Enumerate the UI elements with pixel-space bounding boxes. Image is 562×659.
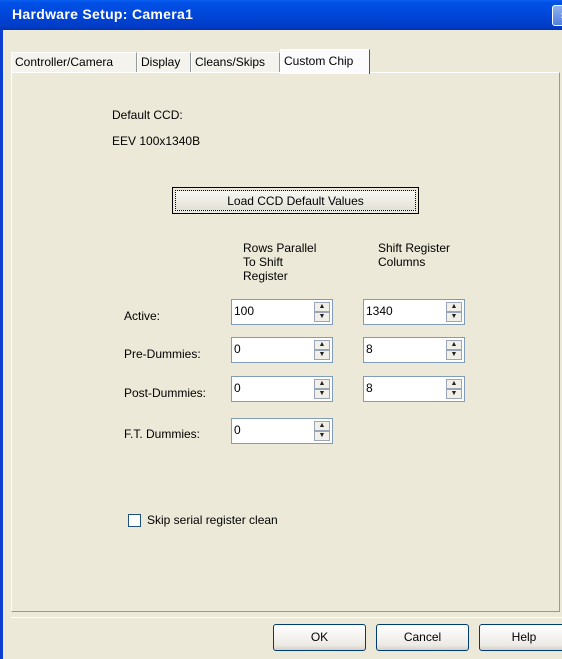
spin-down-icon[interactable]: ▼ <box>446 389 462 399</box>
button-bar-divider <box>11 617 562 618</box>
tab-display[interactable]: Display <box>137 52 191 72</box>
tab-cleans-skips[interactable]: Cleans/Skips <box>191 52 280 72</box>
title-bar[interactable]: Hardware Setup: Camera1 › <box>0 0 562 30</box>
pre-dummies-rows-spinbox: ▲ ▼ <box>231 337 333 363</box>
spin-up-icon[interactable]: ▲ <box>314 421 330 431</box>
spin-down-icon[interactable]: ▼ <box>446 350 462 360</box>
spin-up-icon[interactable]: ▲ <box>314 302 330 312</box>
pre-dummies-rows-input[interactable] <box>234 340 310 358</box>
post-dummies-label: Post-Dummies: <box>124 386 207 400</box>
default-ccd-label: Default CCD: <box>112 108 183 122</box>
spin-up-icon[interactable]: ▲ <box>446 340 462 350</box>
active-cols-input[interactable] <box>366 302 442 320</box>
ft-dummies-rows-input[interactable] <box>234 421 310 439</box>
shift-register-columns-header: Shift Register Columns <box>378 241 450 269</box>
post-dummies-rows-spinner: ▲ ▼ <box>314 379 330 399</box>
load-ccd-defaults-button[interactable]: Load CCD Default Values <box>172 187 419 214</box>
rows-parallel-header: Rows Parallel To Shift Register <box>243 241 316 283</box>
active-cols-spinner: ▲ ▼ <box>446 302 462 322</box>
active-rows-spinner: ▲ ▼ <box>314 302 330 322</box>
tab-custom-chip[interactable]: Custom Chip <box>280 49 370 74</box>
rows-header-line-1: Rows Parallel <box>243 241 317 255</box>
spin-down-icon[interactable]: ▼ <box>314 350 330 360</box>
post-dummies-cols-spinner: ▲ ▼ <box>446 379 462 399</box>
post-dummies-cols-spinbox: ▲ ▼ <box>363 376 465 402</box>
cancel-button[interactable]: Cancel <box>376 624 469 651</box>
post-dummies-rows-spinbox: ▲ ▼ <box>231 376 333 402</box>
title-bar-button[interactable]: › <box>552 5 562 26</box>
active-label: Active: <box>124 309 161 323</box>
rows-header-line-2: To Shift <box>243 255 284 269</box>
spin-down-icon[interactable]: ▼ <box>446 312 462 322</box>
skip-serial-clean-label[interactable]: Skip serial register clean <box>147 513 278 527</box>
pre-dummies-label: Pre-Dummies: <box>124 347 201 361</box>
pre-dummies-rows-spinner: ▲ ▼ <box>314 340 330 360</box>
load-ccd-defaults-label: Load CCD Default Values <box>175 190 416 211</box>
spin-up-icon[interactable]: ▲ <box>446 302 462 312</box>
spin-up-icon[interactable]: ▲ <box>314 340 330 350</box>
window-title: Hardware Setup: Camera1 <box>12 6 194 22</box>
spin-down-icon[interactable]: ▼ <box>314 431 330 441</box>
pre-dummies-cols-spinbox: ▲ ▼ <box>363 337 465 363</box>
hardware-setup-dialog: Hardware Setup: Camera1 › Controller/Cam… <box>0 0 562 659</box>
pre-dummies-cols-input[interactable] <box>366 340 442 358</box>
default-ccd-value: EEV 100x1340B <box>112 134 201 148</box>
cols-header-line-1: Shift Register <box>378 241 451 255</box>
ft-dummies-rows-spinner: ▲ ▼ <box>314 421 330 441</box>
spin-up-icon[interactable]: ▲ <box>314 379 330 389</box>
spin-down-icon[interactable]: ▼ <box>314 389 330 399</box>
tab-controller-camera[interactable]: Controller/Camera <box>11 52 137 72</box>
help-button[interactable]: Help <box>479 624 562 651</box>
rows-header-line-3: Register <box>243 269 288 283</box>
skip-serial-clean-checkbox[interactable] <box>128 514 141 527</box>
spin-down-icon[interactable]: ▼ <box>314 312 330 322</box>
active-cols-spinbox: ▲ ▼ <box>363 299 465 325</box>
active-rows-spinbox: ▲ ▼ <box>231 299 333 325</box>
cols-header-line-2: Columns <box>378 255 426 269</box>
ok-button[interactable]: OK <box>273 624 366 651</box>
post-dummies-rows-input[interactable] <box>234 379 310 397</box>
pre-dummies-cols-spinner: ▲ ▼ <box>446 340 462 360</box>
spin-up-icon[interactable]: ▲ <box>446 379 462 389</box>
post-dummies-cols-input[interactable] <box>366 379 442 397</box>
ft-dummies-rows-spinbox: ▲ ▼ <box>231 418 333 444</box>
active-rows-input[interactable] <box>234 302 310 320</box>
ft-dummies-label: F.T. Dummies: <box>124 427 201 441</box>
